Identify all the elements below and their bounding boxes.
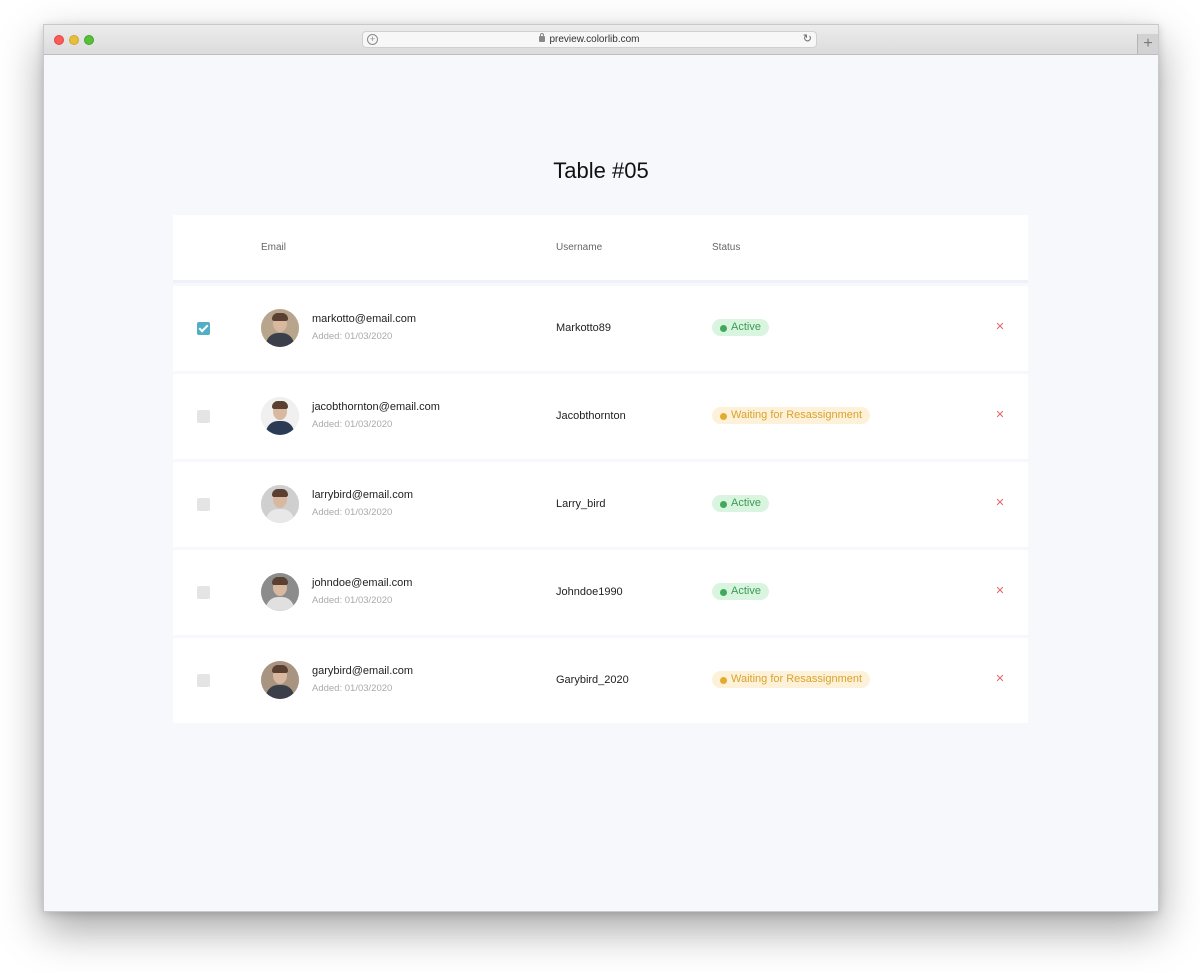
avatar	[261, 661, 299, 699]
page-title: Table #05	[553, 157, 649, 183]
user-username: Garybird_2020	[556, 674, 629, 686]
header-username: Username	[556, 242, 603, 253]
user-email: johndoe@email.com	[312, 577, 413, 589]
status-text: Waiting for Resassignment	[731, 673, 863, 685]
status-text: Active	[731, 585, 761, 597]
table-row: jacobthornton@email.com Added: 01/03/202…	[173, 374, 1028, 459]
remove-row-close-icon[interactable]: ✕	[995, 498, 1005, 509]
minimize-window-button[interactable]	[69, 35, 79, 45]
table-row: johndoe@email.com Added: 01/03/2020 John…	[173, 550, 1028, 635]
status-badge: Waiting for Resassignment	[712, 407, 871, 424]
added-date: Added: 01/03/2020	[312, 595, 393, 606]
row-checkbox[interactable]	[197, 674, 210, 687]
remove-row-close-icon[interactable]: ✕	[995, 322, 1005, 333]
user-username: Johndoe1990	[556, 586, 623, 598]
avatar	[261, 397, 299, 435]
status-badge: Active	[712, 319, 769, 336]
user-email: jacobthornton@email.com	[312, 401, 440, 413]
added-date: Added: 01/03/2020	[312, 507, 393, 518]
user-email: markotto@email.com	[312, 313, 417, 325]
address-bar[interactable]: + preview.colorlib.com ↻	[362, 31, 817, 48]
user-username: Markotto89	[556, 322, 612, 334]
status-dot-icon	[720, 677, 727, 684]
status-dot-icon	[720, 413, 727, 420]
row-checkbox[interactable]	[197, 498, 210, 511]
added-date: Added: 01/03/2020	[312, 331, 393, 342]
avatar	[261, 309, 299, 347]
user-username: Larry_bird	[556, 498, 606, 510]
added-date: Added: 01/03/2020	[312, 683, 393, 694]
avatar	[261, 485, 299, 523]
table-row: larrybird@email.com Added: 01/03/2020 La…	[173, 462, 1028, 547]
table-body: markotto@email.com Added: 01/03/2020 Mar…	[173, 286, 1028, 723]
table-header: Email Username Status	[173, 215, 1028, 283]
url-text: preview.colorlib.com	[549, 34, 640, 45]
added-date: Added: 01/03/2020	[312, 419, 393, 430]
url-display: preview.colorlib.com	[363, 33, 816, 45]
status-badge: Waiting for Resassignment	[712, 671, 871, 688]
status-dot-icon	[720, 325, 727, 332]
status-badge: Active	[712, 583, 769, 600]
header-status: Status	[712, 242, 741, 253]
row-checkbox[interactable]	[197, 586, 210, 599]
status-dot-icon	[720, 501, 727, 508]
user-username: Jacobthornton	[556, 410, 626, 422]
status-dot-icon	[720, 589, 727, 596]
lock-icon	[539, 33, 546, 42]
row-checkbox[interactable]	[197, 322, 210, 335]
remove-row-close-icon[interactable]: ✕	[995, 674, 1005, 685]
user-email: larrybird@email.com	[312, 489, 414, 501]
remove-row-close-icon[interactable]: ✕	[995, 586, 1005, 597]
table-row: garybird@email.com Added: 01/03/2020 Gar…	[173, 638, 1028, 723]
status-text: Active	[731, 321, 761, 333]
avatar	[261, 573, 299, 611]
users-table: Email Username Status markotto@email.com…	[173, 215, 1028, 723]
close-window-button[interactable]	[54, 35, 64, 45]
browser-titlebar: + preview.colorlib.com ↻ +	[44, 25, 1158, 55]
zoom-window-button[interactable]	[84, 35, 94, 45]
row-checkbox[interactable]	[197, 410, 210, 423]
header-email: Email	[261, 242, 287, 253]
user-email: garybird@email.com	[312, 665, 414, 677]
status-badge: Active	[712, 495, 769, 512]
status-text: Active	[731, 497, 761, 509]
status-text: Waiting for Resassignment	[731, 409, 863, 421]
browser-window: + preview.colorlib.com ↻ + Table #05 Ema…	[43, 24, 1159, 912]
remove-row-close-icon[interactable]: ✕	[995, 410, 1005, 421]
table-row: markotto@email.com Added: 01/03/2020 Mar…	[173, 286, 1028, 371]
reload-icon[interactable]: ↻	[803, 32, 812, 45]
new-tab-button[interactable]: +	[1137, 34, 1158, 54]
